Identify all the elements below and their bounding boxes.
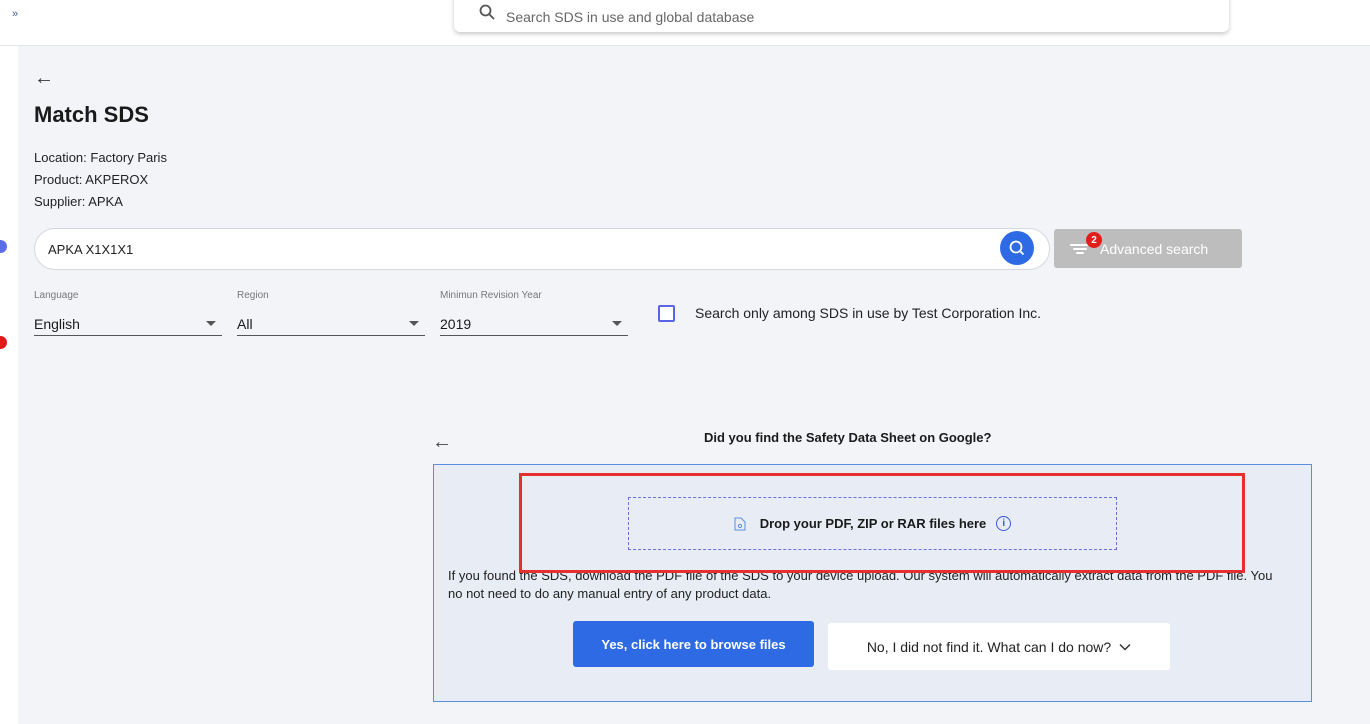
expand-sidebar-icon[interactable]: »	[12, 8, 18, 20]
search-button[interactable]	[1000, 231, 1034, 265]
upload-description: If you found the SDS, download the PDF f…	[448, 568, 1273, 601]
browse-files-button[interactable]: Yes, click here to browse files	[573, 621, 814, 667]
revision-year-label: Minimun Revision Year	[440, 290, 542, 301]
supplier-text: Supplier: APKA	[34, 194, 123, 209]
chevron-down-icon	[409, 321, 419, 326]
language-value: English	[34, 315, 80, 332]
advanced-search-badge: 2	[1086, 232, 1102, 248]
revision-year-select[interactable]: Minimun Revision Year 2019	[440, 290, 628, 336]
main-content: ← Match SDS Location: Factory Paris Prod…	[18, 46, 1370, 724]
search-icon	[1009, 240, 1025, 256]
region-select[interactable]: Region All	[237, 290, 425, 336]
chevron-down-icon	[206, 321, 216, 326]
global-search-placeholder: Search SDS in use and global database	[506, 9, 755, 25]
search-icon	[479, 4, 495, 20]
top-bar: » Search SDS in use and global database	[0, 0, 1370, 46]
location-text: Location: Factory Paris	[34, 150, 167, 165]
file-dropzone[interactable]: Drop your PDF, ZIP or RAR files here i	[628, 497, 1117, 550]
chevron-down-icon	[612, 321, 622, 326]
rail-blue-indicator[interactable]	[0, 240, 7, 253]
sds-in-use-checkbox[interactable]	[658, 305, 675, 322]
back-arrow-icon[interactable]: ←	[432, 431, 452, 454]
advanced-search-button[interactable]: Advanced search	[1054, 229, 1242, 268]
global-search-bar[interactable]: Search SDS in use and global database	[454, 0, 1229, 32]
chevron-down-icon	[1119, 643, 1131, 651]
region-label: Region	[237, 290, 269, 301]
google-question-heading: Did you find the Safety Data Sheet on Go…	[704, 430, 992, 445]
language-select[interactable]: Language English	[34, 290, 222, 336]
language-label: Language	[34, 290, 79, 301]
upload-panel: Drop your PDF, ZIP or RAR files here i I…	[433, 464, 1312, 702]
not-found-label: No, I did not find it. What can I do now…	[866, 638, 1112, 655]
product-text: Product: AKPEROX	[34, 172, 149, 187]
region-value: All	[237, 315, 253, 332]
sds-search-value: APKA X1X1X1	[48, 241, 134, 257]
page-title: Match SDS	[34, 102, 149, 127]
left-rail	[0, 46, 18, 724]
revision-year-value: 2019	[440, 315, 472, 332]
rail-red-indicator[interactable]	[0, 336, 7, 349]
back-arrow-icon[interactable]: ←	[34, 68, 54, 88]
sds-in-use-label: Search only among SDS in use by Test Cor…	[695, 305, 1042, 321]
file-icon	[734, 517, 746, 530]
info-icon[interactable]: i	[996, 516, 1012, 531]
dropzone-label: Drop your PDF, ZIP or RAR files here	[759, 516, 987, 531]
not-found-button[interactable]: No, I did not find it. What can I do now…	[828, 623, 1170, 670]
sds-search-input[interactable]: APKA X1X1X1	[34, 228, 1050, 270]
advanced-search-label: Advanced search	[1100, 240, 1209, 257]
